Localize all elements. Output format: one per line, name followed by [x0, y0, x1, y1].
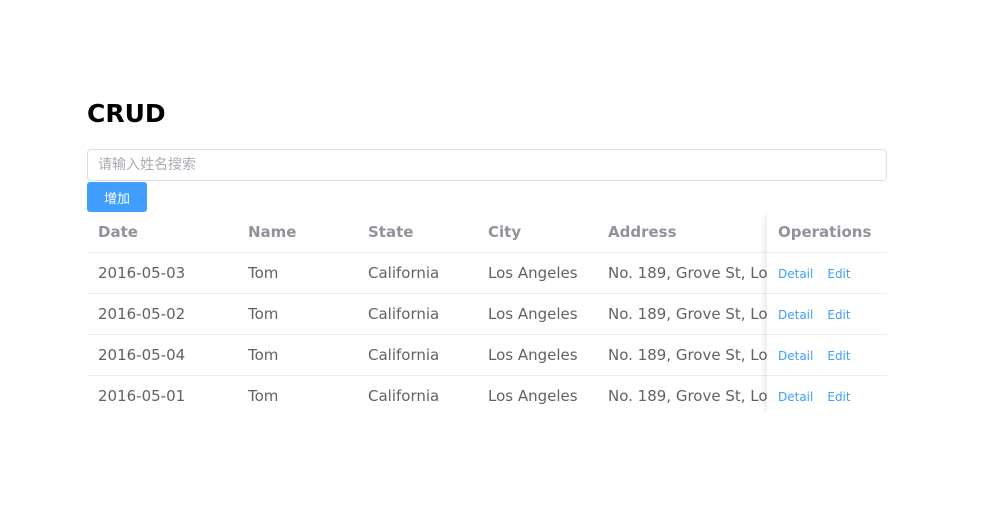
column-header-city[interactable]: City: [477, 212, 597, 252]
search-input[interactable]: [87, 149, 887, 181]
edit-button[interactable]: Edit: [827, 308, 850, 322]
crud-page: CRUD 增加 Date Name State City Address 201…: [0, 0, 1002, 506]
cell-state: California: [368, 305, 440, 323]
cell-address: No. 189, Grove St, Los Angeles: [608, 305, 767, 323]
cell-address: No. 189, Grove St, Los Angeles: [608, 346, 767, 364]
cell-date: 2016-05-03: [98, 264, 186, 282]
cell-name: Tom: [248, 264, 279, 282]
cell-address: No. 189, Grove St, Los Angeles: [608, 387, 767, 405]
cell-city: Los Angeles: [488, 346, 578, 364]
cell-date: 2016-05-01: [98, 387, 186, 405]
column-header-name[interactable]: Name: [237, 212, 357, 252]
detail-button[interactable]: Detail: [778, 349, 813, 363]
cell-name: Tom: [248, 346, 279, 364]
operations-row: Detail Edit: [767, 376, 887, 413]
column-header-state[interactable]: State: [357, 212, 477, 252]
column-header-address[interactable]: Address: [597, 212, 767, 252]
cell-city: Los Angeles: [488, 387, 578, 405]
operations-cell: Detail Edit: [767, 294, 887, 334]
edit-button[interactable]: Edit: [827, 390, 850, 404]
detail-button[interactable]: Detail: [778, 267, 813, 281]
operations-row: Detail Edit: [767, 294, 887, 335]
detail-button[interactable]: Detail: [778, 390, 813, 404]
cell-state: California: [368, 346, 440, 364]
page-title: CRUD: [87, 99, 166, 128]
column-header-operations: Operations: [778, 223, 872, 241]
column-header-date[interactable]: Date: [87, 212, 237, 252]
operations-cell: Detail Edit: [767, 335, 887, 375]
operations-row: Detail Edit: [767, 335, 887, 376]
data-table: Date Name State City Address 2016-05-03 …: [87, 212, 887, 413]
cell-name: Tom: [248, 387, 279, 405]
edit-button[interactable]: Edit: [827, 349, 850, 363]
cell-city: Los Angeles: [488, 264, 578, 282]
cell-address: No. 189, Grove St, Los Angeles: [608, 264, 767, 282]
operations-cell: Detail Edit: [767, 253, 887, 293]
cell-state: California: [368, 387, 440, 405]
operations-row: Detail Edit: [767, 253, 887, 294]
operations-cell: Detail Edit: [767, 376, 887, 413]
edit-button[interactable]: Edit: [827, 267, 850, 281]
cell-name: Tom: [248, 305, 279, 323]
cell-date: 2016-05-02: [98, 305, 186, 323]
detail-button[interactable]: Detail: [778, 308, 813, 322]
cell-state: California: [368, 264, 440, 282]
operations-header-row: Operations: [767, 212, 887, 253]
cell-date: 2016-05-04: [98, 346, 186, 364]
cell-city: Los Angeles: [488, 305, 578, 323]
operations-column: Operations Detail Edit Detail Edit Detail E…: [767, 212, 887, 413]
add-button[interactable]: 增加: [87, 182, 147, 212]
